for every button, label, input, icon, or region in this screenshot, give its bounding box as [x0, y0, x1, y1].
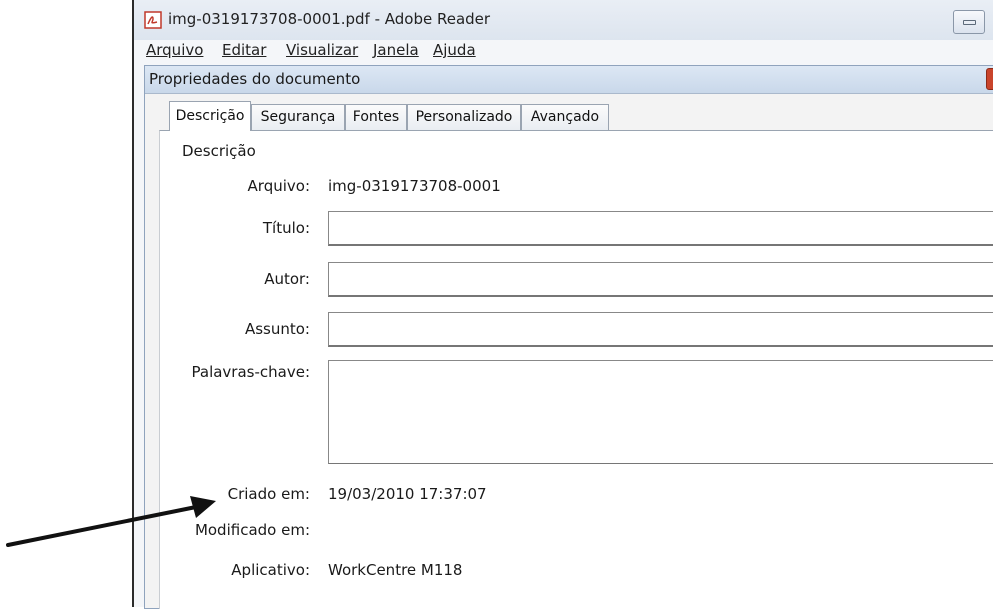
assunto-field[interactable] — [328, 312, 993, 347]
tab-fontes[interactable]: Fontes — [345, 104, 407, 130]
titulo-field[interactable] — [328, 211, 993, 246]
description-tab-panel: Descrição Arquivo: img-0319173708-0001 T… — [159, 130, 993, 609]
criado-em-value: 19/03/2010 17:37:07 — [328, 485, 487, 503]
tab-seguranca[interactable]: Segurança — [251, 104, 345, 130]
menu-editar[interactable]: Editar — [222, 41, 266, 59]
minimize-icon[interactable] — [953, 10, 985, 34]
autor-field[interactable] — [328, 262, 993, 297]
menu-janela[interactable]: Janela — [373, 41, 419, 59]
autor-label: Autor: — [264, 270, 310, 288]
close-icon[interactable] — [986, 68, 993, 90]
tab-descricao[interactable]: Descrição — [169, 101, 251, 131]
assunto-label: Assunto: — [244, 320, 310, 338]
tab-avancado[interactable]: Avançado — [521, 104, 609, 130]
arquivo-value: img-0319173708-0001 — [328, 177, 501, 195]
document-properties-dialog: Propriedades do documento Descrição Segu… — [144, 65, 993, 609]
palavras-chave-field[interactable] — [328, 360, 993, 464]
pdf-icon — [144, 11, 162, 29]
menu-bar: Arquivo Editar Visualizar Janela Ajuda — [134, 40, 993, 60]
section-label: Descrição — [182, 142, 256, 160]
aplicativo-label: Aplicativo: — [231, 561, 310, 579]
menu-ajuda[interactable]: Ajuda — [433, 41, 476, 59]
window-titlebar: img-0319173708-0001.pdf - Adobe Reader — [134, 0, 993, 40]
window-title: img-0319173708-0001.pdf - Adobe Reader — [168, 10, 491, 28]
titulo-label: Título: — [262, 219, 310, 237]
criado-em-label: Criado em: — [227, 485, 310, 503]
aplicativo-value: WorkCentre M118 — [328, 561, 463, 579]
menu-arquivo[interactable]: Arquivo — [146, 41, 203, 59]
dialog-title: Propriedades do documento — [149, 70, 361, 88]
arquivo-label: Arquivo: — [247, 177, 310, 195]
adobe-reader-window: img-0319173708-0001.pdf - Adobe Reader A… — [132, 0, 993, 609]
modificado-em-label: Modificado em: — [194, 521, 310, 539]
palavras-chave-label: Palavras-chave: — [191, 363, 311, 381]
tab-personalizado[interactable]: Personalizado — [407, 104, 521, 130]
menu-visualizar[interactable]: Visualizar — [286, 41, 358, 59]
dialog-titlebar: Propriedades do documento — [145, 66, 993, 94]
